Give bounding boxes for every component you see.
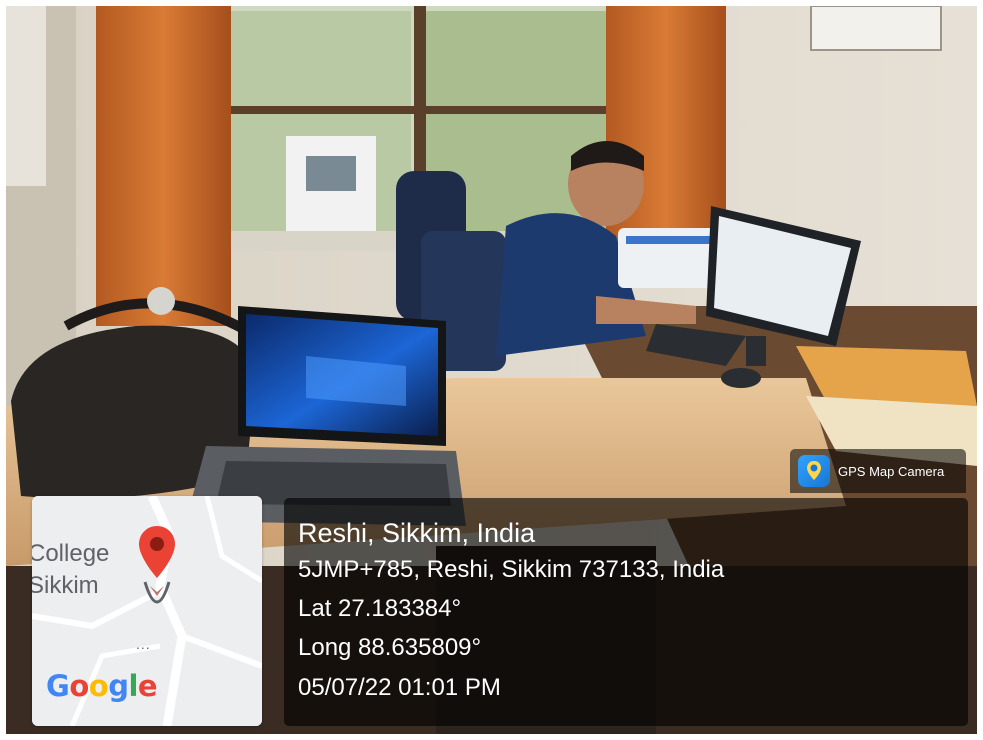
location-datetime: 05/07/22 01:01 PM — [298, 674, 501, 701]
google-logo: Google — [46, 669, 158, 703]
location-longitude: Long 88.635809° — [298, 634, 482, 661]
map-label-college: College — [32, 540, 110, 567]
location-address: 5JMP+785, Reshi, Sikkim 737133, India — [298, 556, 725, 583]
map-label-sikkim: Sikkim — [32, 572, 99, 599]
map-thumbnail: College Sikkim ... Google — [32, 496, 262, 726]
location-latitude: Lat 27.183384° — [298, 595, 462, 622]
location-title: Reshi, Sikkim, India — [298, 518, 536, 548]
map-dots: ... — [136, 636, 151, 652]
location-info-panel: Reshi, Sikkim, India 5JMP+785, Reshi, Si… — [284, 498, 968, 726]
watermark-app-name: GPS Map Camera — [838, 463, 945, 479]
gps-map-camera-app-icon — [798, 455, 830, 487]
photo-frame: GPS Map Camera College Sikkim ... Google — [6, 6, 977, 734]
gps-map-camera-watermark: GPS Map Camera — [790, 449, 966, 493]
